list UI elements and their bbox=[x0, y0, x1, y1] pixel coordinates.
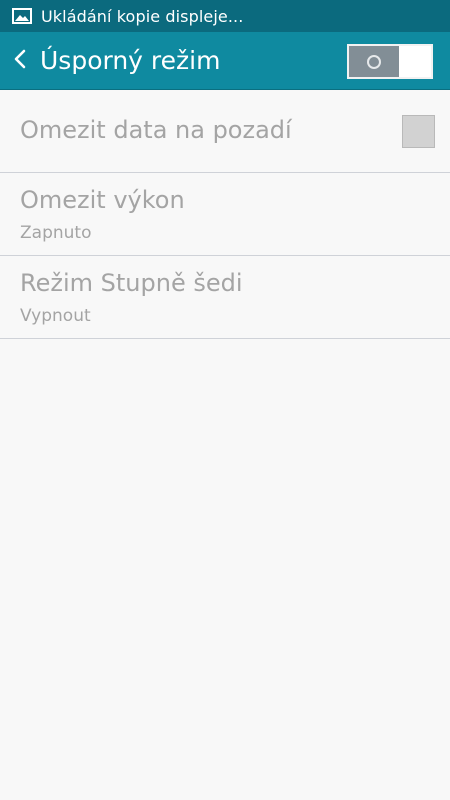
settings-list: Omezit data na pozadí Omezit výkon Zapnu… bbox=[0, 91, 450, 339]
image-icon bbox=[12, 8, 32, 24]
back-button[interactable] bbox=[4, 32, 36, 90]
setting-title: Omezit data na pozadí bbox=[20, 116, 292, 144]
action-bar: Úsporný režim bbox=[0, 32, 450, 90]
setting-limit-performance[interactable]: Omezit výkon Zapnuto bbox=[0, 173, 450, 256]
toggle-thumb bbox=[349, 46, 399, 77]
status-notification-text: Ukládání kopie displeje... bbox=[41, 6, 244, 26]
restrict-background-data-checkbox[interactable] bbox=[402, 115, 435, 148]
power-saving-toggle[interactable] bbox=[347, 44, 433, 79]
status-bar: Ukládání kopie displeje... bbox=[0, 0, 450, 32]
toggle-off-icon bbox=[367, 54, 381, 69]
setting-title: Režim Stupně šedi bbox=[20, 269, 243, 297]
chevron-left-icon bbox=[12, 48, 28, 74]
setting-summary: Zapnuto bbox=[20, 223, 92, 243]
setting-grayscale-mode[interactable]: Režim Stupně šedi Vypnout bbox=[0, 256, 450, 339]
setting-restrict-background-data[interactable]: Omezit data na pozadí bbox=[0, 91, 450, 173]
setting-title: Omezit výkon bbox=[20, 186, 185, 214]
setting-summary: Vypnout bbox=[20, 306, 91, 326]
